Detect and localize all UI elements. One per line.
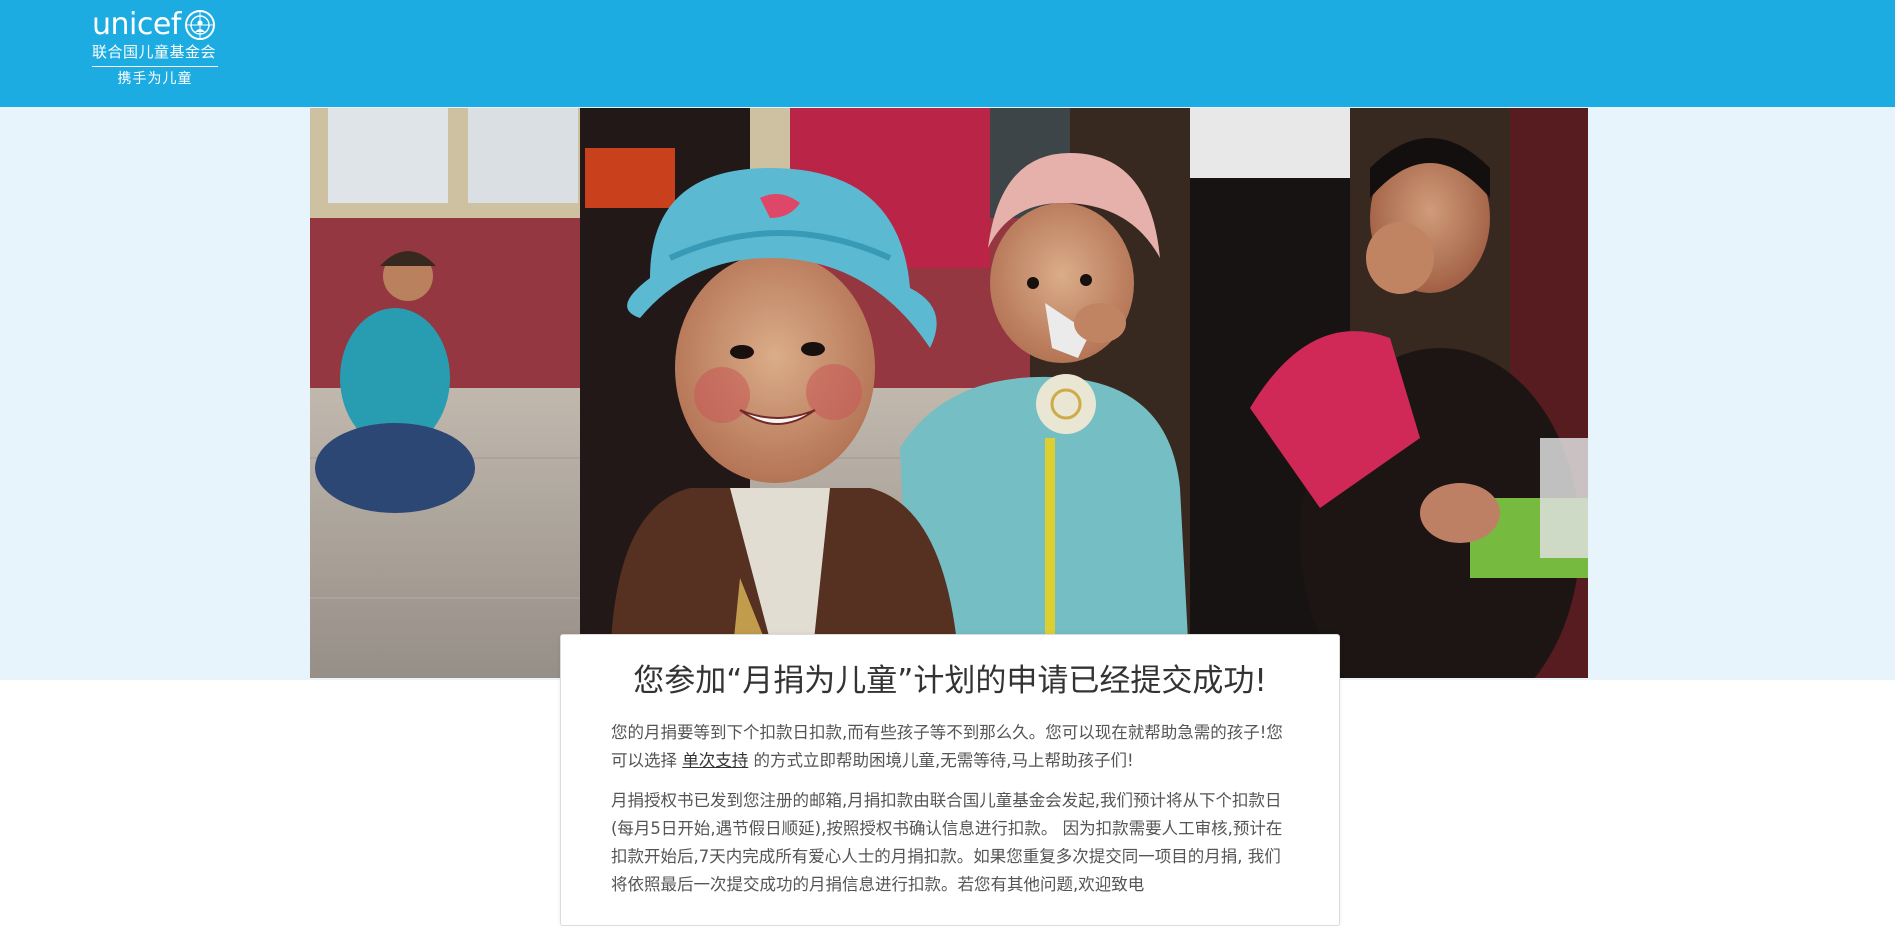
logo-org-name: 联合国儿童基金会	[92, 43, 217, 61]
logo-wordmark: unicef	[92, 7, 181, 42]
hero-image	[310, 108, 1588, 678]
unicef-logo[interactable]: unicef 联合国儿童基金会 携手为儿童	[92, 8, 220, 89]
confirmation-card: 您参加“月捐为儿童”计划的申请已经提交成功! 您的月捐要等到下个扣款日扣款,而有…	[560, 634, 1340, 926]
logo-divider	[92, 66, 218, 67]
confirmation-paragraph-1: 您的月捐要等到下个扣款日扣款,而有些孩子等不到那么久。您可以现在就帮助急需的孩子…	[611, 719, 1289, 775]
un-emblem-icon	[184, 10, 215, 40]
children-photo-icon	[310, 108, 1588, 678]
one-time-donation-link[interactable]: 单次支持	[682, 751, 748, 770]
logo-slogan: 携手为儿童	[117, 71, 193, 87]
confirmation-title: 您参加“月捐为儿童”计划的申请已经提交成功!	[633, 663, 1267, 699]
site-header: unicef 联合国儿童基金会 携手为儿童	[0, 0, 1895, 107]
confirmation-body: 您的月捐要等到下个扣款日扣款,而有些孩子等不到那么久。您可以现在就帮助急需的孩子…	[611, 719, 1289, 899]
paragraph-1-text-after: 的方式立即帮助困境儿童,无需等待,马上帮助孩子们!	[748, 751, 1134, 770]
confirmation-paragraph-2: 月捐授权书已发到您注册的邮箱,月捐扣款由联合国儿童基金会发起,我们预计将从下个扣…	[611, 791, 1283, 894]
